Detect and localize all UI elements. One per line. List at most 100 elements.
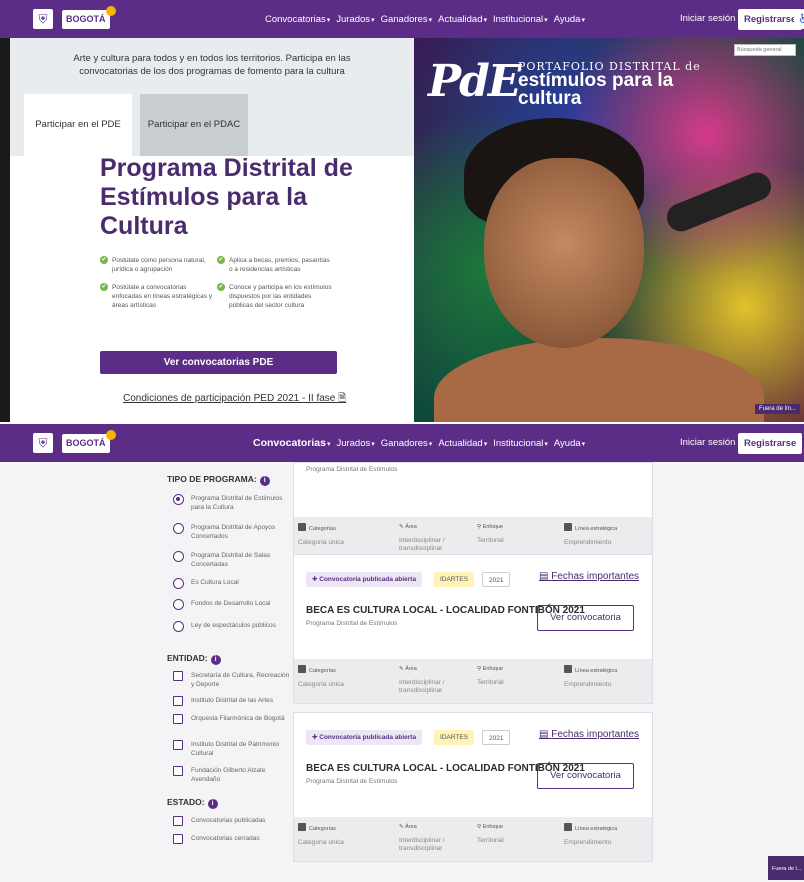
menu-institucional[interactable]: Institucional▾ (493, 438, 548, 449)
menu-ayuda[interactable]: Ayuda▾ (554, 14, 585, 25)
feature-item: Postúlate a convocatorias enfocadas en l… (100, 283, 215, 310)
meta-categorias: Categorías Categoría única (298, 823, 344, 847)
checkbox-icon[interactable] (173, 671, 183, 681)
tab-participar-pde[interactable]: Participar en el PDE (24, 94, 132, 156)
checkbox-icon[interactable] (173, 766, 183, 776)
chevron-down-icon: ▾ (544, 440, 548, 448)
filter-option-program[interactable]: Programa Distrital de Apoyos Concertados (173, 523, 293, 541)
menu-actualidad[interactable]: Actualidad▾ (438, 438, 487, 449)
meta-enfoque: ⚲ Enfoque Territorial (477, 824, 504, 844)
filter-option-entity[interactable]: Fundación Gilberto Alzate Avendaño (173, 766, 293, 784)
conditions-link[interactable]: Condiciones de participación PED 2021 - … (123, 391, 346, 408)
bogota-shield-icon[interactable]: ⛨ (33, 433, 53, 453)
main-menu: Convocatorias▾ Jurados▾ Ganadores▾ Actua… (265, 0, 585, 38)
hero-title: Programa Distrital de Estímulos para la … (100, 154, 353, 240)
meta-categorias: Categorías Categoría única (298, 665, 344, 689)
login-link[interactable]: Iniciar sesión (680, 0, 735, 38)
filter-option-entity[interactable]: Instituto Distrital de Patrimonio Cultur… (173, 740, 293, 758)
meta-categorias: Categorías Categoría única (298, 523, 344, 547)
filter-option-entity[interactable]: Instituto Distrital de las Artes (173, 696, 293, 706)
bogota-logo[interactable]: BOGOTÁ (62, 430, 115, 453)
top-navbar: ⛨ BOGOTÁ Convocatorias▾ Jurados▾ Ganador… (0, 0, 804, 38)
menu-actualidad[interactable]: Actualidad▾ (438, 14, 487, 25)
hero-screen: ⛨ BOGOTÁ Convocatorias▾ Jurados▾ Ganador… (0, 0, 804, 422)
search-icon: ⚲ (477, 666, 482, 672)
feature-item: Aplica a becas, premios, pasantías o a r… (217, 256, 332, 274)
info-icon[interactable]: i (210, 655, 221, 665)
menu-ganadores[interactable]: Ganadores▾ (381, 14, 433, 25)
feature-item: Conoce y participa en los estímulos disp… (217, 283, 332, 310)
top-navbar: ⛨ BOGOTÁ Convocatorias▾ Jurados▾ Ganador… (0, 424, 804, 462)
checkbox-icon[interactable] (173, 696, 183, 706)
register-button[interactable]: Registrarse (738, 9, 803, 30)
status-badge: ✚ Convocatoria publicada abierta (306, 572, 423, 587)
chevron-down-icon: ▾ (581, 440, 586, 448)
menu-ganadores[interactable]: Ganadores▾ (381, 438, 433, 449)
chevron-down-icon: ▾ (581, 16, 585, 24)
filter-option-entity[interactable]: Secretaría de Cultura, Recreación y Depo… (173, 671, 293, 689)
menu-institucional[interactable]: Institucional▾ (493, 14, 548, 25)
meta-enfoque: ⚲ Enfoque Territorial (477, 666, 504, 686)
chevron-down-icon: ▾ (326, 16, 331, 24)
radio-icon[interactable] (173, 551, 184, 562)
chevron-down-icon: ▾ (428, 16, 433, 24)
filter-option-status[interactable]: Convocatorias cerradas (173, 834, 293, 844)
filter-option-program[interactable]: Programa Distrital de Salas Concertadas (173, 551, 293, 569)
meta-area: ✎ Área Interdisciplinar / transdisciplina… (399, 524, 445, 552)
chevron-down-icon: ▾ (483, 440, 488, 448)
login-link[interactable]: Iniciar sesión (680, 424, 735, 462)
offline-chat-badge[interactable]: Fuera de lín... (754, 404, 800, 414)
filter-option-status[interactable]: Convocatorias publicadas (173, 816, 293, 826)
bogota-shield-icon[interactable]: ⛨ (33, 9, 53, 29)
checkbox-icon[interactable] (173, 816, 183, 826)
convocatoria-card: Programa Distrital de Estímulos Categorí… (293, 462, 653, 562)
menu-convocatorias[interactable]: Convocatorias▾ (253, 437, 330, 449)
radio-icon[interactable] (173, 523, 184, 534)
meta-area: ✎ Área Interdisciplinar / transdisciplina… (399, 824, 445, 852)
bogota-logo[interactable]: BOGOTÁ (62, 6, 115, 29)
info-icon[interactable]: i (207, 799, 218, 809)
general-search-input[interactable]: Búsqueda general (734, 44, 796, 56)
ver-convocatoria-button[interactable]: Ver convocatoria (537, 763, 634, 789)
ver-convocatoria-button[interactable]: Ver convocatoria (537, 605, 634, 631)
filter-option-program[interactable]: Fondos de Desarrollo Local (173, 599, 293, 610)
search-icon: ⚲ (477, 524, 482, 530)
listing-screen: ⛨ BOGOTÁ Convocatorias▾ Jurados▾ Ganador… (0, 424, 804, 882)
menu-ayuda[interactable]: Ayuda▾ (554, 438, 585, 449)
book-icon (564, 523, 572, 531)
radio-selected-icon[interactable] (173, 494, 184, 505)
important-dates-link[interactable]: ▤ Fechas importantes (539, 729, 639, 740)
radio-icon[interactable] (173, 578, 184, 589)
main-menu: Convocatorias▾ Jurados▾ Ganadores▾ Actua… (253, 424, 585, 462)
chevron-down-icon: ▾ (371, 16, 375, 24)
menu-jurados[interactable]: Jurados▾ (336, 14, 374, 25)
status-badge: ✚ Convocatoria publicada abierta (306, 730, 423, 745)
filter-option-program[interactable]: Es Cultura Local (173, 578, 293, 589)
offline-chat-badge[interactable]: Fuera de l... (768, 856, 804, 880)
filter-option-entity[interactable]: Orquesta Filarmónica de Bogotá (173, 714, 293, 724)
radio-icon[interactable] (173, 599, 184, 610)
menu-jurados[interactable]: Jurados▾ (336, 438, 374, 449)
hero-intro-text: Arte y cultura para todos y en todos los… (10, 38, 414, 94)
meta-linea: Línea estratégica Emprendimiento (564, 523, 617, 547)
card-meta-row: Categorías Categoría única ✎ Área Interdis… (294, 817, 652, 861)
filter-option-program[interactable]: Programa Distrital de Estímulos para la … (173, 494, 293, 512)
ver-convocatorias-pde-button[interactable]: Ver convocatorias PDE (100, 351, 337, 374)
grid-icon (298, 523, 306, 531)
important-dates-link[interactable]: ▤ Fechas importantes (539, 571, 639, 582)
menu-convocatorias[interactable]: Convocatorias▾ (265, 14, 330, 25)
radio-icon[interactable] (173, 621, 184, 632)
info-icon[interactable]: i (259, 476, 270, 486)
convocatoria-card: ✚ Convocatoria publicada abierta IDARTES… (293, 554, 653, 704)
register-button[interactable]: Registrarse (738, 433, 803, 454)
brand-tagline: estímulos para la cultura (518, 70, 674, 109)
pde-logo: PdE (428, 56, 521, 107)
chevron-down-icon: ▾ (371, 440, 375, 448)
hero-left-panel: Arte y cultura para todos y en todos los… (10, 38, 414, 422)
checkbox-icon[interactable] (173, 740, 183, 750)
card-program: Programa Distrital de Estímulos (306, 778, 398, 785)
checkbox-icon[interactable] (173, 834, 183, 844)
checkbox-icon[interactable] (173, 714, 183, 724)
filter-option-program[interactable]: Ley de espectáculos públicos (173, 621, 293, 632)
tab-participar-pdac[interactable]: Participar en el PDAC (140, 94, 248, 156)
